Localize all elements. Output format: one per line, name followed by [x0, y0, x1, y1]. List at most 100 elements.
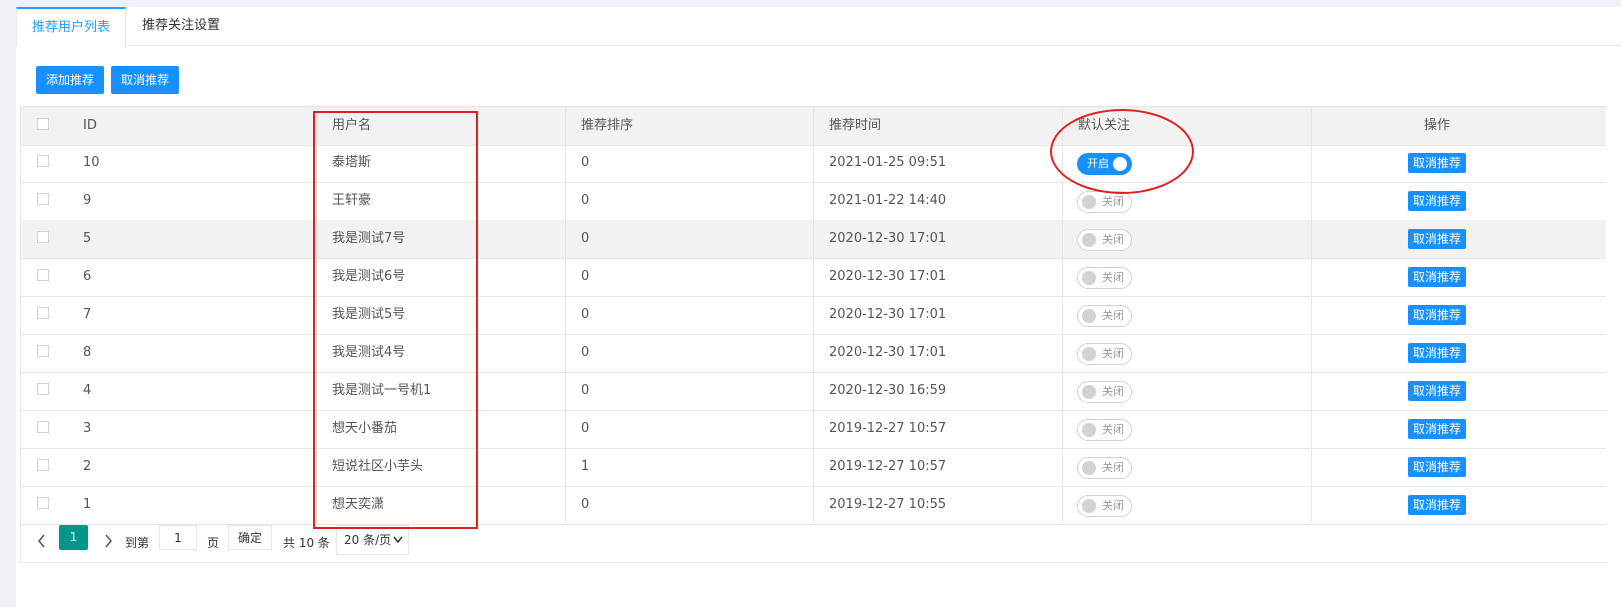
row-cancel-recommend-button[interactable]: 取消推荐 [1408, 229, 1467, 249]
header-id: ID [83, 118, 97, 133]
cell-id: 10 [83, 155, 100, 170]
default-follow-toggle[interactable]: 关闭 [1077, 229, 1132, 251]
row-cancel-recommend-button[interactable]: 取消推荐 [1408, 343, 1467, 363]
row-checkbox[interactable] [37, 155, 49, 167]
cell-id: 6 [83, 269, 92, 284]
toggle-label: 关闭 [1102, 195, 1124, 208]
tab-recommend-settings[interactable]: 推荐关注设置 [126, 7, 236, 45]
column-divider [565, 107, 566, 522]
row-checkbox[interactable] [37, 307, 49, 319]
header-action: 操作 [1424, 118, 1451, 133]
column-divider [316, 107, 317, 522]
header-follow: 默认关注 [1078, 118, 1131, 133]
cell-username: 想天小番茄 [332, 421, 398, 436]
cell-time: 2020-12-30 17:01 [829, 345, 947, 360]
cell-order: 0 [581, 421, 590, 436]
cell-username: 短说社区小芋头 [332, 459, 424, 474]
cell-id: 4 [83, 383, 92, 398]
cancel-recommend-button[interactable]: 取消推荐 [111, 66, 180, 94]
cell-id: 8 [83, 345, 92, 360]
toggle-knob [1082, 499, 1096, 513]
row-checkbox[interactable] [37, 345, 49, 357]
default-follow-toggle[interactable]: 关闭 [1077, 267, 1132, 289]
toggle-label: 关闭 [1102, 309, 1124, 322]
default-follow-toggle[interactable]: 关闭 [1077, 191, 1132, 213]
row-checkbox[interactable] [37, 497, 49, 509]
row-checkbox[interactable] [37, 383, 49, 395]
chevron-down-icon [393, 526, 403, 564]
cell-id: 5 [83, 231, 92, 246]
header-time: 推荐时间 [829, 118, 882, 133]
toggle-knob [1082, 385, 1096, 399]
cell-order: 1 [581, 459, 590, 474]
column-divider [1311, 107, 1312, 522]
row-checkbox[interactable] [37, 269, 49, 281]
toggle-knob [1082, 423, 1096, 437]
cell-time: 2020-12-30 17:01 [829, 307, 947, 322]
cell-order: 0 [581, 155, 590, 170]
row-cancel-recommend-button[interactable]: 取消推荐 [1408, 267, 1467, 287]
current-page-button[interactable]: 1 [59, 525, 88, 550]
cell-id: 3 [83, 421, 92, 436]
row-checkbox[interactable] [37, 421, 49, 433]
chevron-left-icon[interactable] [35, 532, 49, 550]
cell-time: 2021-01-22 14:40 [829, 193, 947, 208]
cell-username: 我是测试一号机1 [332, 383, 432, 398]
row-cancel-recommend-button[interactable]: 取消推荐 [1408, 457, 1467, 477]
cell-time: 2020-12-30 17:01 [829, 269, 947, 284]
default-follow-toggle[interactable]: 关闭 [1077, 381, 1132, 403]
toggle-knob [1082, 195, 1096, 209]
cell-time: 2019-12-27 10:57 [829, 421, 947, 436]
default-follow-toggle[interactable]: 关闭 [1077, 343, 1132, 365]
add-recommend-button[interactable]: 添加推荐 [36, 66, 105, 94]
toggle-label: 关闭 [1102, 271, 1124, 284]
toggle-knob [1082, 271, 1096, 285]
default-follow-toggle[interactable]: 关闭 [1077, 419, 1132, 441]
cell-username: 我是测试5号 [332, 307, 406, 322]
toggle-label: 关闭 [1102, 423, 1124, 436]
row-cancel-recommend-button[interactable]: 取消推荐 [1408, 381, 1467, 401]
column-divider [813, 107, 814, 522]
row-checkbox[interactable] [37, 231, 49, 243]
row-cancel-recommend-button[interactable]: 取消推荐 [1408, 305, 1467, 325]
tab-recommended-users[interactable]: 推荐用户列表 [16, 7, 126, 47]
pagination-bar: 1 到第 页 确定 共 10 条 20 条/页 [20, 522, 1606, 563]
cell-username: 想天奕潇 [332, 497, 385, 512]
confirm-page-button[interactable]: 确定 [228, 525, 272, 550]
page-size-value: 20 条/页 [344, 533, 392, 547]
page-size-select[interactable]: 20 条/页 [336, 525, 409, 555]
default-follow-toggle[interactable]: 关闭 [1077, 305, 1132, 327]
toggle-knob [1082, 461, 1096, 475]
row-checkbox[interactable] [37, 459, 49, 471]
cell-id: 2 [83, 459, 92, 474]
cell-order: 0 [581, 307, 590, 322]
cell-order: 0 [581, 193, 590, 208]
cell-username: 我是测试4号 [332, 345, 406, 360]
cell-time: 2019-12-27 10:57 [829, 459, 947, 474]
cell-order: 0 [581, 383, 590, 398]
row-checkbox[interactable] [37, 193, 49, 205]
cell-username: 泰塔斯 [332, 155, 372, 170]
row-cancel-recommend-button[interactable]: 取消推荐 [1408, 495, 1467, 515]
default-follow-toggle[interactable]: 开启 [1077, 153, 1132, 175]
row-cancel-recommend-button[interactable]: 取消推荐 [1408, 419, 1467, 439]
cell-order: 0 [581, 269, 590, 284]
goto-label: 到第 [125, 536, 150, 550]
toggle-knob [1082, 233, 1096, 247]
cell-username: 我是测试7号 [332, 231, 406, 246]
toggle-label: 关闭 [1102, 385, 1124, 398]
goto-page-input[interactable] [159, 525, 197, 550]
default-follow-toggle[interactable]: 关闭 [1077, 495, 1132, 517]
select-all-checkbox[interactable] [37, 118, 49, 130]
toggle-knob [1082, 309, 1096, 323]
toggle-label: 关闭 [1102, 347, 1124, 360]
row-cancel-recommend-button[interactable]: 取消推荐 [1408, 191, 1467, 211]
cell-id: 1 [83, 497, 92, 512]
data-table: ID 用户名 推荐排序 推荐时间 默认关注 操作 10 泰塔斯 0 2021-01-2… [20, 106, 1606, 525]
cell-order: 0 [581, 345, 590, 360]
default-follow-toggle[interactable]: 关闭 [1077, 457, 1132, 479]
cell-id: 7 [83, 307, 92, 322]
chevron-right-icon[interactable] [101, 532, 115, 550]
row-cancel-recommend-button[interactable]: 取消推荐 [1408, 153, 1467, 173]
toggle-knob [1082, 347, 1096, 361]
